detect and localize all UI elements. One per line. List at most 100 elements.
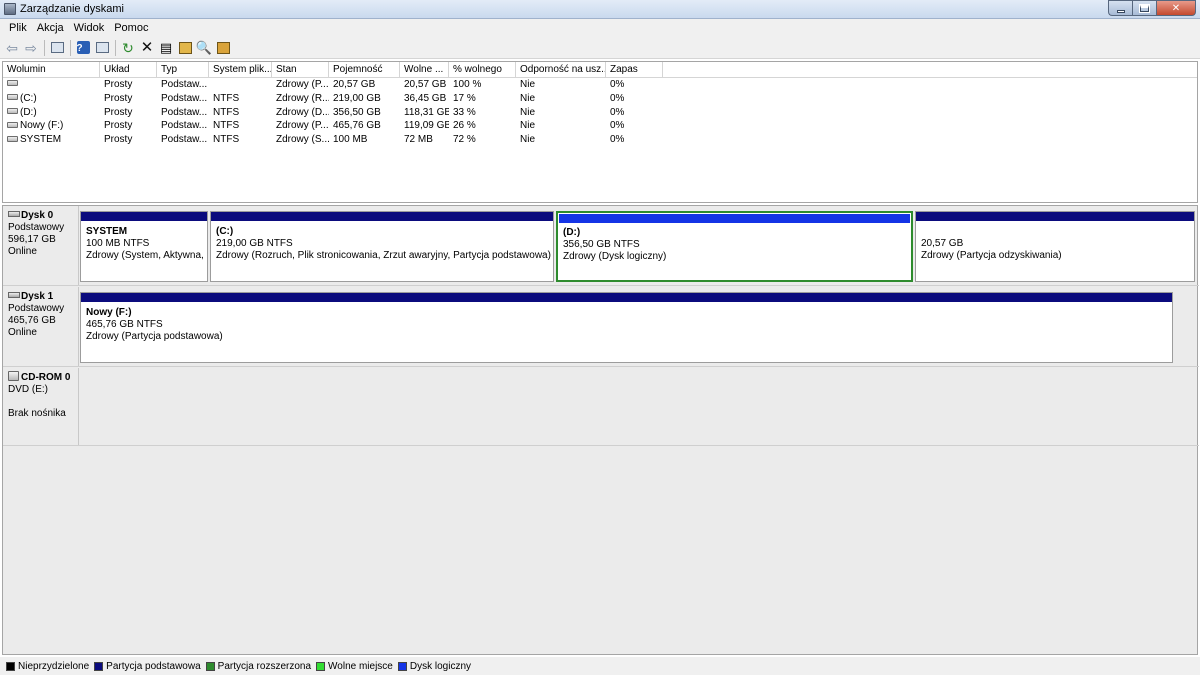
partition-f[interactable]: Nowy (F:) 465,76 GB NTFS Zdrowy (Partycj… (80, 292, 1173, 363)
column-header-filesystem[interactable]: System plik... (209, 62, 272, 78)
menu-view[interactable]: Widok (69, 22, 110, 34)
menu-action[interactable]: Akcja (32, 22, 69, 34)
close-button[interactable]: ✕ (1156, 0, 1196, 16)
partition-c[interactable]: (C:) 219,00 GB NTFS Zdrowy (Rozruch, Pli… (210, 211, 554, 282)
partition-size: 100 MB NTFS (86, 238, 150, 249)
table-cell (209, 78, 272, 92)
table-cell (3, 78, 100, 92)
partition-bar (211, 212, 553, 221)
partition-size: 20,57 GB (921, 238, 964, 249)
delete-icon[interactable]: ✕ (139, 39, 155, 56)
partition-name: SYSTEM (86, 226, 128, 237)
toolbar-separator (115, 39, 116, 56)
cell-text: SYSTEM (20, 134, 62, 146)
refresh-icon[interactable]: ↻ (120, 40, 136, 56)
legend-item: Nieprzydzielone (6, 661, 89, 672)
table-row[interactable]: Nowy (F:) Prosty Podstaw... NTFS Zdrowy (P..… (3, 119, 1197, 133)
cell-text: Prosty (104, 79, 133, 90)
table-cell: Nie (516, 78, 606, 92)
column-header-status[interactable]: Stan (272, 62, 329, 78)
legend-swatch (94, 661, 104, 671)
column-header-type[interactable]: Typ (157, 62, 209, 78)
table-cell: 219,00 GB (329, 92, 400, 106)
table-cell: NTFS (209, 92, 272, 106)
column-header-volume[interactable]: Wolumin (3, 62, 100, 78)
cell-text: Prosty (104, 120, 133, 132)
table-row[interactable]: (D:) Prosty Podstaw... NTFS Zdrowy (D... 356,… (3, 106, 1197, 120)
forward-icon[interactable]: ⇨ (23, 40, 39, 56)
volume-icon (7, 94, 18, 101)
minimize-button[interactable] (1108, 0, 1132, 16)
column-header-layout[interactable]: Układ (100, 62, 157, 78)
cell-text: 26 % (453, 120, 476, 132)
volume-list: Wolumin Układ Typ System plik... Stan Po… (2, 61, 1198, 203)
cell-text: Zdrowy (P... (276, 120, 329, 132)
table-row[interactable]: Prosty Podstaw... Zdrowy (P... 20,57 GB 20,5… (3, 78, 1197, 92)
table-cell: Prosty (100, 92, 157, 106)
table-cell: Prosty (100, 78, 157, 92)
table-row[interactable]: (C:) Prosty Podstaw... NTFS Zdrowy (R... 219,… (3, 92, 1197, 106)
open-folder-icon[interactable] (177, 40, 193, 56)
disk-graphical-view: Dysk 0 Podstawowy 596,17 GB Online SYSTE… (2, 205, 1199, 655)
disk-row-cdrom: CD-ROM 0 DVD (E:) Brak nośnika (3, 368, 1199, 446)
cell-text: (D:) (20, 106, 37, 118)
back-icon[interactable]: ⇦ (4, 40, 20, 56)
cell-text: 118,31 GB (404, 106, 449, 118)
table-cell: 26 % (449, 119, 516, 133)
close-icon: ✕ (1171, 2, 1181, 14)
window-controls: ✕ (1108, 0, 1196, 16)
table-cell: Nowy (F:) (3, 119, 100, 133)
cell-text: 72 MB (404, 134, 433, 146)
help-icon[interactable]: ? (75, 40, 91, 56)
cd-rom-icon (8, 371, 19, 382)
partition-d[interactable]: (D:) 356,50 GB NTFS Zdrowy (Dysk logiczn… (556, 211, 913, 282)
explore-icon[interactable]: 🔍 (196, 40, 212, 56)
cell-text: 0% (610, 106, 625, 118)
table-row[interactable]: SYSTEM Prosty Podstaw... NTFS Zdrowy (S... 10… (3, 133, 1197, 147)
cell-text: Nie (520, 106, 536, 118)
column-header-free-space[interactable]: Wolne ... (400, 62, 449, 78)
cell-text: Zdrowy (R... (276, 92, 329, 104)
cell-text: 72 % (453, 134, 476, 146)
cell-text: 20,57 GB (333, 79, 376, 90)
legend-item: Dysk logiczny (397, 660, 472, 672)
cell-text: 20,57 GB (404, 79, 447, 90)
disk-1-size: 465,76 GB (8, 315, 56, 326)
menu-file[interactable]: Plik (4, 22, 32, 34)
partition-size: 356,50 GB NTFS (563, 239, 640, 250)
table-cell: Zdrowy (R... (272, 92, 329, 106)
cell-text: 0% (610, 134, 625, 146)
legend-swatch (397, 661, 407, 671)
disk-0-type: Podstawowy (8, 222, 65, 233)
disk-1-info[interactable]: Dysk 1 Podstawowy 465,76 GB Online (3, 287, 79, 366)
column-header-overhead[interactable]: Zapas (606, 62, 663, 78)
cdrom-info[interactable]: CD-ROM 0 DVD (E:) Brak nośnika (3, 368, 79, 445)
column-header-fault-tolerance[interactable]: Odporność na usz... (516, 62, 606, 78)
disk-0-info[interactable]: Dysk 0 Podstawowy 596,17 GB Online (3, 206, 79, 285)
column-header-percent-free[interactable]: % wolnego (449, 62, 516, 78)
table-cell: Zdrowy (S... (272, 133, 329, 147)
partition-status: Zdrowy (Partycja odzyskiwania) (921, 250, 1062, 261)
manage-icon[interactable] (215, 40, 231, 56)
table-cell: 356,50 GB (329, 106, 400, 120)
properties-icon[interactable] (94, 40, 110, 56)
partition-size: 465,76 GB NTFS (86, 319, 163, 330)
table-cell: Nie (516, 133, 606, 147)
table-cell: NTFS (209, 119, 272, 133)
column-header-capacity[interactable]: Pojemność (329, 62, 400, 78)
maximize-button[interactable] (1132, 0, 1156, 16)
partition-system[interactable]: SYSTEM 100 MB NTFS Zdrowy (System, Aktyw… (80, 211, 208, 282)
partition-bar (81, 212, 207, 221)
cell-text: NTFS (213, 92, 240, 104)
menu-help[interactable]: Pomoc (109, 22, 153, 34)
table-cell: 72 % (449, 133, 516, 147)
legend-label: Dysk logiczny (409, 660, 472, 672)
partition-recovery[interactable]: 20,57 GB Zdrowy (Partycja odzyskiwania) (915, 211, 1195, 282)
table-cell: 100 % (449, 78, 516, 92)
table-cell: Podstaw... (157, 119, 209, 133)
table-cell: 0% (606, 119, 663, 133)
cell-text: 0% (610, 79, 625, 90)
show-hide-console-tree-icon[interactable] (49, 40, 65, 56)
minimize-icon (1116, 9, 1125, 13)
properties-sheet-icon[interactable]: ▤ (158, 40, 174, 56)
